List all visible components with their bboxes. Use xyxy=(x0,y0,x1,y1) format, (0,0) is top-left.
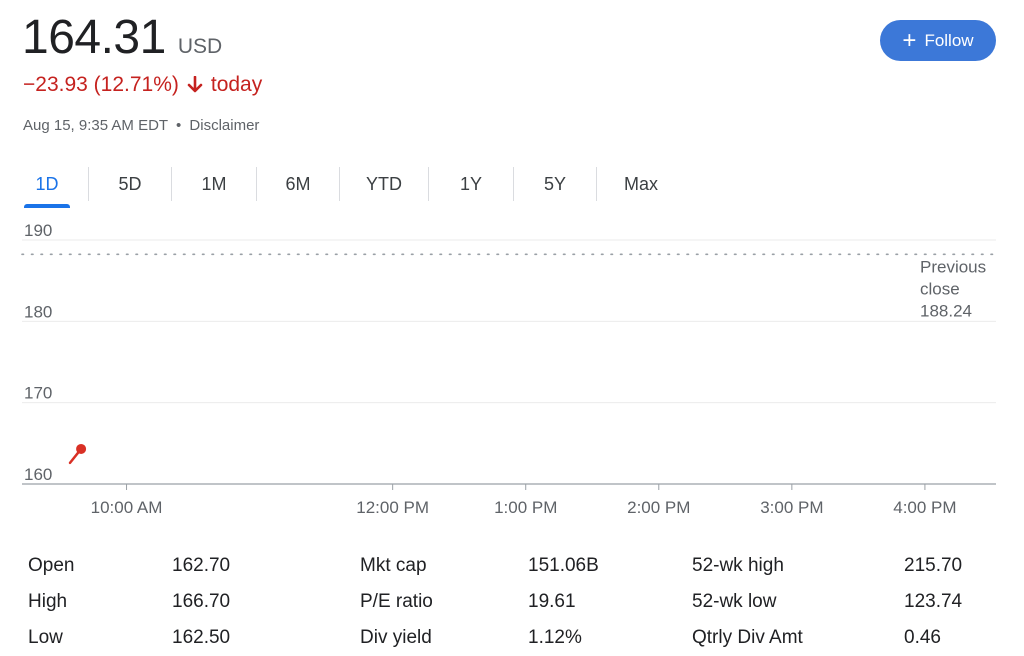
arrow-down-icon xyxy=(187,76,203,93)
stat-value-52wk-high: 215.70 xyxy=(904,555,963,576)
price-change-value: −23.93 (12.71%) xyxy=(23,73,179,96)
meta-separator: • xyxy=(175,117,182,134)
stat-label-qtrly-div: Qtrly Div Amt xyxy=(692,627,803,648)
tab-label: 6M xyxy=(285,173,311,194)
stat-label-high: High xyxy=(28,591,68,612)
stat-label-52wk-low: 52-wk low xyxy=(692,591,777,612)
stat-value-pe-ratio: 19.61 xyxy=(528,591,576,612)
price-change-period: today xyxy=(210,73,263,96)
tab-label: 1M xyxy=(201,173,227,194)
tab-label: 5Y xyxy=(543,173,567,194)
x-tick-label: 2:00 PM xyxy=(627,498,690,517)
y-tick-label: 180 xyxy=(24,302,52,321)
key-stats: Open 162.70 Mkt cap 151.06B 52-wk high 2… xyxy=(28,548,988,656)
tab-1y[interactable]: 1Y xyxy=(429,166,513,202)
range-tabs: 1D 5D 1M 6M YTD 1Y 5Y Max xyxy=(22,166,685,208)
previous-close-label: Previous xyxy=(920,257,986,276)
stat-label-open: Open xyxy=(28,555,75,576)
tab-label: 1D xyxy=(35,173,59,194)
y-tick-label: 190 xyxy=(24,222,52,240)
stat-value-qtrly-div: 0.46 xyxy=(904,627,941,648)
previous-close-label: 188.24 xyxy=(920,301,972,320)
tab-label: 1Y xyxy=(459,173,483,194)
stat-label-mkt-cap: Mkt cap xyxy=(360,555,427,576)
tab-label: Max xyxy=(623,173,658,194)
stat-row: High 166.70 P/E ratio 19.61 52-wk low 12… xyxy=(28,584,988,620)
tab-6m[interactable]: 6M xyxy=(257,166,339,202)
stat-value-open: 162.70 xyxy=(172,555,231,576)
x-tick-label: 3:00 PM xyxy=(760,498,823,517)
follow-button-label: Follow xyxy=(924,30,974,50)
stat-value-52wk-low: 123.74 xyxy=(904,591,963,612)
price-change: −23.93 (12.71%) today xyxy=(23,73,262,97)
quote-meta: Aug 15, 9:35 AM EDT • Disclaimer xyxy=(23,117,259,134)
tab-label: 5D xyxy=(118,173,142,194)
current-price-dot xyxy=(76,443,87,454)
stat-label-pe-ratio: P/E ratio xyxy=(360,591,433,612)
stat-row: Open 162.70 Mkt cap 151.06B 52-wk high 2… xyxy=(28,548,988,584)
x-tick-label: 12:00 PM xyxy=(356,498,429,517)
x-tick-label: 10:00 AM xyxy=(91,498,163,517)
price-row: 164.31 USD xyxy=(22,10,222,66)
tab-1m[interactable]: 1M xyxy=(172,166,256,202)
stat-value-div-yield: 1.12% xyxy=(528,627,582,648)
y-tick-label: 170 xyxy=(24,384,52,403)
stat-value-high: 166.70 xyxy=(172,591,231,612)
disclaimer-link[interactable]: Disclaimer xyxy=(189,117,259,134)
x-tick-label: 4:00 PM xyxy=(893,498,956,517)
stat-label-52wk-high: 52-wk high xyxy=(692,555,784,576)
tab-max[interactable]: Max xyxy=(597,166,685,202)
stat-value-low: 162.50 xyxy=(172,627,231,648)
stat-row: Low 162.50 Div yield 1.12% Qtrly Div Amt… xyxy=(28,620,988,656)
y-tick-label: 160 xyxy=(24,465,52,484)
price-chart: 190 180 170 160 10:00 AM 12:00 PM 1:00 PM 2:00 … xyxy=(21,222,997,517)
tab-5y[interactable]: 5Y xyxy=(514,166,596,202)
current-price: 164.31 xyxy=(22,11,166,64)
quote-timestamp: Aug 15, 9:35 AM EDT xyxy=(23,117,168,134)
stat-label-low: Low xyxy=(28,627,63,648)
tab-label: YTD xyxy=(366,173,402,194)
x-tick-label: 1:00 PM xyxy=(494,498,557,517)
tab-ytd[interactable]: YTD xyxy=(340,166,428,202)
plus-icon: + xyxy=(902,26,917,54)
stat-value-mkt-cap: 151.06B xyxy=(528,555,599,576)
tab-5d[interactable]: 5D xyxy=(89,166,171,202)
previous-close-label: close xyxy=(920,279,960,298)
stat-label-div-yield: Div yield xyxy=(360,627,432,648)
follow-button[interactable]: + Follow xyxy=(880,20,996,61)
tab-1d[interactable]: 1D xyxy=(22,166,72,208)
currency-label: USD xyxy=(177,35,223,58)
